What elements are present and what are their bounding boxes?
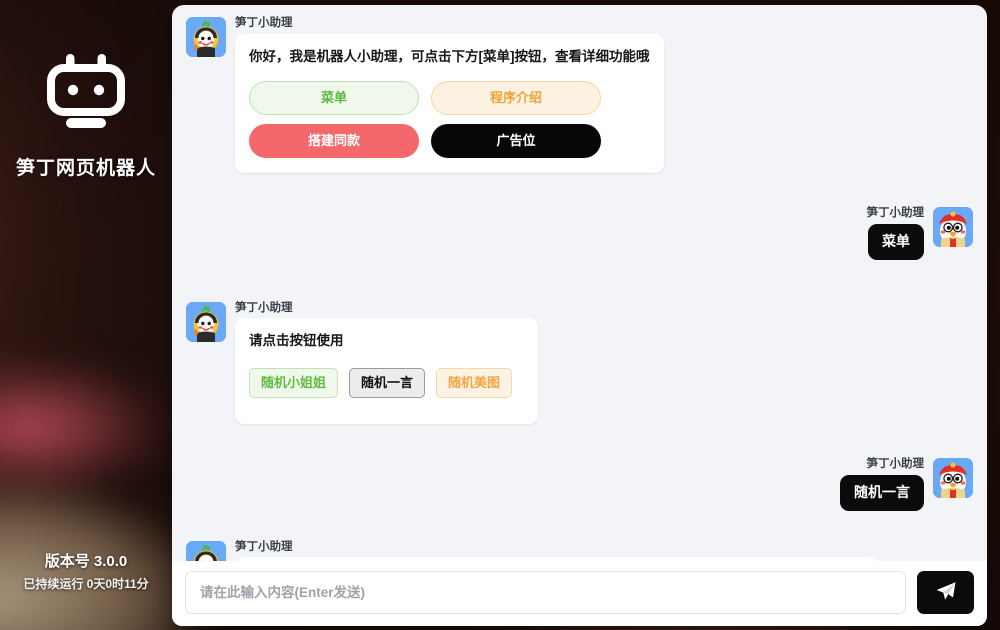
message-bubble: 你好，我是机器人小助理，可点击下方[菜单]按钮，查看详细功能哦 菜单 程序介绍 … [235,33,664,174]
message-input[interactable] [185,571,906,614]
message-bubble: 请点击按钮使用 随机小姐姐 随机一言 随机美图 [235,318,539,425]
message-body: 笋丁小助理 你好，我是机器人小助理，可点击下方[菜单]按钮，查看详细功能哦 菜单… [235,17,664,174]
send-button[interactable] [917,571,974,614]
user-avatar-icon [933,458,973,499]
quick-reply-build-same-button[interactable]: 搭建同款 [249,124,419,159]
chat-panel: 笋丁小助理 你好，我是机器人小助理，可点击下方[菜单]按钮，查看详细功能哦 菜单… [172,5,987,626]
message-bubble: 菜单 [868,224,924,260]
user-avatar-icon [933,207,973,248]
uptime-label: 已持续运行 0天0时11分 [23,577,149,591]
message-list[interactable]: 笋丁小助理 你好，我是机器人小助理，可点击下方[菜单]按钮，查看详细功能哦 菜单… [172,5,987,561]
app-root: 笋丁网页机器人 版本号 3.0.0 已持续运行 0天0时11分 笋丁小助理 你好… [0,0,1000,630]
message-item: 笋丁小助理 随机一言 [186,458,973,511]
message-body: 笋丁小助理 菜单 [866,207,925,260]
message-bubble: 随机一言 [840,475,924,511]
sender-name: 笋丁小助理 [866,207,925,220]
brand-logo-group: 笋丁网页机器人 [16,52,156,180]
message-body: 笋丁小助理 请点击按钮使用 随机小姐姐 随机一言 随机美图 [235,301,539,425]
quick-reply-menu-button[interactable]: 菜单 [249,80,419,116]
message-text: 你好，我是机器人小助理，可点击下方[菜单]按钮，查看详细功能哦 [249,48,650,64]
message-body: 笋丁小助理 我不知道如何用我期待的心为你祝福，但愿在你蓦然回首的一刹那，在人生旅… [235,541,879,561]
quick-reply-random-image-button[interactable]: 随机美图 [436,367,513,399]
quick-reply-row: 随机小姐姐 随机一言 随机美图 [249,367,513,399]
message-body: 笋丁小助理 随机一言 [840,458,925,511]
brand-footer: 版本号 3.0.0 已持续运行 0天0时11分 [0,550,172,592]
bot-avatar-icon [186,540,226,561]
quick-reply-grid: 菜单 程序介绍 搭建同款 广告位 [249,80,650,159]
message-item: 笋丁小助理 你好，我是机器人小助理，可点击下方[菜单]按钮，查看详细功能哦 菜单… [186,17,973,174]
quick-reply-ad-slot-button[interactable]: 广告位 [431,124,601,159]
brand-title: 笋丁网页机器人 [15,158,156,179]
message-text: 请点击按钮使用 [249,333,344,349]
version-label: 版本号 3.0.0 [44,553,128,570]
sender-name: 笋丁小助理 [235,540,293,553]
bot-avatar-icon [186,17,226,57]
robot-icon [44,52,128,137]
brand-sidebar: 笋丁网页机器人 版本号 3.0.0 已持续运行 0天0时11分 [0,0,172,630]
send-paper-plane-icon [934,579,958,606]
sender-name: 笋丁小助理 [866,458,925,471]
composer-bar [172,561,987,626]
sender-name: 笋丁小助理 [235,17,293,29]
message-item: 笋丁小助理 我不知道如何用我期待的心为你祝福，但愿在你蓦然回首的一刹那，在人生旅… [186,540,973,561]
quick-reply-random-lady-button[interactable]: 随机小姐姐 [249,367,339,399]
quick-reply-random-quote-button[interactable]: 随机一言 [349,367,426,399]
quick-reply-intro-button[interactable]: 程序介绍 [431,80,601,116]
message-item: 笋丁小助理 菜单 [186,207,973,260]
message-bubble: 我不知道如何用我期待的心为你祝福，但愿在你蓦然回首的一刹那，在人生旅行中邂逅，拥… [235,557,879,561]
sender-name: 笋丁小助理 [235,301,293,314]
message-item: 笋丁小助理 请点击按钮使用 随机小姐姐 随机一言 随机美图 [186,301,973,425]
bot-avatar-icon [186,301,226,342]
